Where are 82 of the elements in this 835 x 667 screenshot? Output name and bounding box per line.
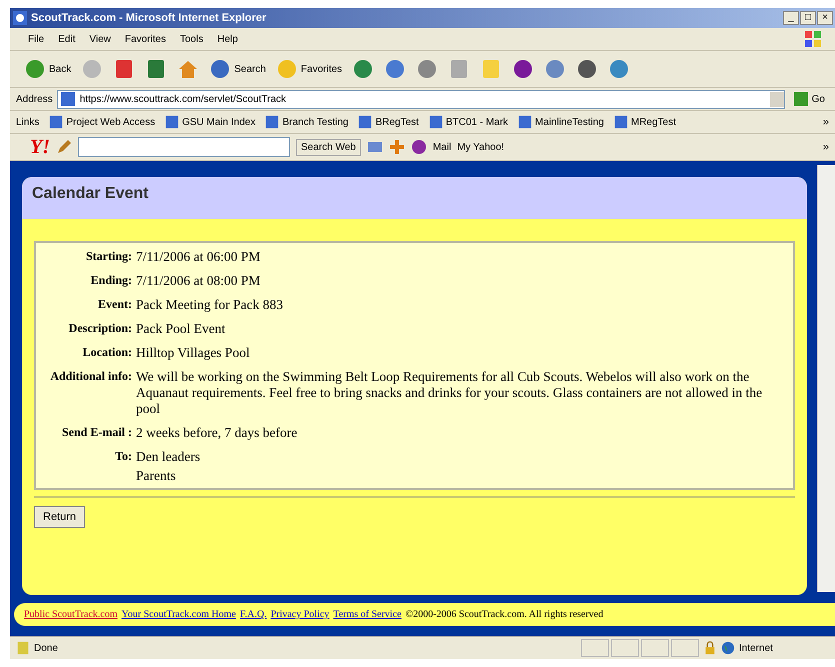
field-label: Ending: — [90, 273, 132, 289]
field-value: 7/11/2006 at 06:00 PM — [136, 249, 262, 265]
pencil-icon[interactable] — [56, 139, 72, 155]
mail-link[interactable]: Mail — [432, 142, 452, 152]
field-label: Additional info: — [49, 369, 132, 385]
window-title: ScoutTrack.com - Microsoft Internet Explorer — [31, 12, 268, 24]
go-button[interactable]: Go — [788, 91, 829, 107]
page-icon — [60, 91, 76, 107]
field-value: Hilltop Villages Pool — [136, 345, 251, 361]
page-icon — [49, 115, 64, 129]
return-button[interactable]: Return — [34, 506, 86, 528]
field-label: Send E-mail : — [60, 425, 132, 441]
page-icon — [358, 115, 372, 129]
footer-link[interactable]: F.A.Q. — [240, 609, 267, 620]
cross-icon[interactable] — [388, 139, 405, 155]
favorite-link[interactable]: BRegTest — [358, 115, 419, 129]
grid-icon[interactable] — [366, 139, 383, 155]
search-web-button[interactable]: Search Web — [296, 138, 361, 156]
back-button[interactable]: Back — [24, 58, 72, 80]
lock-icon — [703, 641, 717, 655]
page-icon — [16, 641, 30, 655]
yahoo-logo[interactable]: Y! — [30, 136, 50, 158]
copyright-text: ©2000-2006 ScoutTrack.com. All rights reserved — [405, 609, 604, 620]
status-pane — [581, 639, 609, 657]
globe-icon — [721, 641, 735, 655]
links-label: Links — [16, 116, 40, 128]
address-label: Address — [16, 94, 53, 104]
status-pane — [671, 639, 699, 657]
field-label: Starting: — [85, 249, 132, 265]
page-icon — [428, 115, 443, 129]
status-pane — [641, 639, 669, 657]
footer-link[interactable]: Terms of Service — [333, 609, 402, 620]
status-text: Done — [34, 642, 59, 654]
page-icon — [518, 115, 532, 129]
scrollbar[interactable] — [817, 165, 835, 592]
home-icon[interactable] — [177, 58, 200, 80]
field-value: 7/11/2006 at 08:00 PM — [136, 273, 262, 289]
field-value: We will be working on the Swimming Belt Loop Requirements for all Cub Scouts. Webelos will also work on the Aquanaut requirements. Feel free to bring snacks and drinks for your scouts. Glass containers are not allowed in the pool — [136, 369, 764, 417]
menu-item[interactable]: Favorites — [124, 34, 166, 44]
field-value: 2 weeks before, 7 days before — [136, 425, 298, 441]
more-chevron[interactable]: » — [822, 141, 829, 153]
favorite-link[interactable]: Branch Testing — [265, 115, 348, 129]
page-icon — [265, 115, 280, 129]
field-label: Location: — [82, 345, 132, 361]
browser-icon — [12, 10, 28, 26]
dropdown-button[interactable] — [770, 92, 784, 106]
field-label: To: — [114, 449, 132, 465]
windows-logo-icon — [803, 29, 823, 49]
menu-item[interactable]: Help — [217, 34, 238, 44]
footer-link[interactable]: Your ScoutTrack.com Home — [122, 609, 236, 620]
page-icon — [614, 115, 628, 129]
favorite-link[interactable]: BTC01 - Mark — [428, 115, 508, 129]
field-value: Pack Pool Event — [136, 321, 226, 337]
my-yahoo-link[interactable]: My Yahoo! — [457, 142, 504, 152]
footer-link[interactable]: Public ScoutTrack.com — [24, 609, 118, 620]
panel-title: Calendar Event — [32, 185, 148, 202]
circle-icon[interactable] — [410, 139, 427, 155]
search-field[interactable] — [78, 137, 290, 157]
field-label: Event: — [97, 297, 132, 313]
address-field[interactable]: https://www.scouttrack.com/servlet/ScoutTrack — [56, 90, 785, 108]
menu-item[interactable]: File — [28, 34, 44, 44]
menu-item[interactable]: Tools — [180, 34, 204, 44]
status-pane — [611, 639, 639, 657]
field-value: Den leaders — [136, 449, 202, 465]
window-control-button[interactable]: □ — [800, 11, 816, 25]
window-control-button[interactable]: _ — [783, 11, 799, 25]
field-value: Parents — [136, 468, 177, 484]
field-label: Description: — [68, 321, 132, 337]
search-button[interactable]: Search — [209, 58, 266, 80]
zone-text: Internet — [739, 642, 774, 654]
menu-item[interactable]: View — [89, 34, 111, 44]
favorite-link[interactable]: Project Web Access — [49, 115, 156, 129]
page-icon — [165, 115, 180, 129]
favorite-link[interactable]: MainlineTesting — [518, 115, 604, 129]
favorite-link[interactable]: MRegTest — [614, 115, 676, 129]
favorite-link[interactable]: GSU Main Index — [165, 115, 256, 129]
window-control-button[interactable]: × — [817, 11, 833, 25]
footer-link[interactable]: Privacy Policy — [270, 609, 330, 620]
menu-item[interactable]: Edit — [58, 34, 76, 44]
more-chevron[interactable]: » — [822, 116, 829, 128]
field-value: Pack Meeting for Pack 883 — [136, 297, 284, 313]
favorites-button[interactable]: Favorites — [276, 58, 342, 80]
